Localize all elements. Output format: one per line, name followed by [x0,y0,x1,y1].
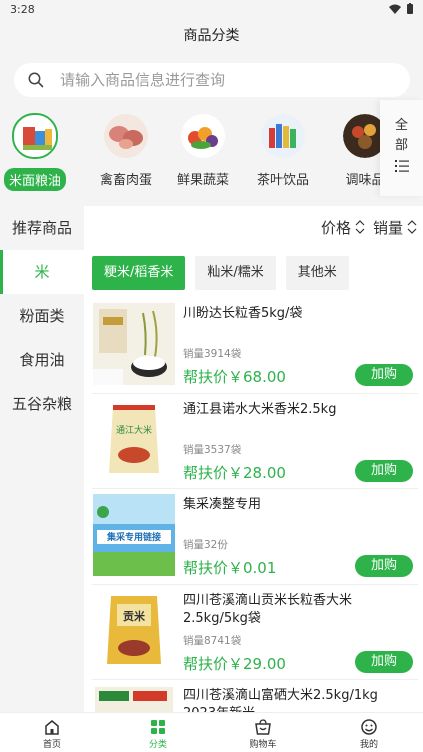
category-item-fruit-vegetable[interactable]: 鲜果蔬菜 [168,108,238,190]
thumb-text: 通江大米 [116,424,152,436]
tab-category[interactable]: 分类 [128,717,188,750]
wifi-icon [389,4,401,14]
product-image: 通江大米 [93,398,175,481]
search-input[interactable] [60,71,380,89]
tab-home[interactable]: 首页 [22,717,82,750]
category-label: 禽畜肉蛋 [99,173,152,188]
product-panel: 价格 销量 粳米/稻香米 籼米/糯米 其他米 川盼达长粒香5kg/袋 销量391… [84,206,423,712]
product-price: 帮扶价￥68.00 [183,368,286,386]
chip-other-rice[interactable]: 其他米 [285,256,349,290]
list-icon [394,160,409,172]
cart-icon [255,719,271,735]
category-item-tea-drink[interactable]: 茶叶饮品 [248,108,318,190]
product-price: 帮扶价￥0.01 [183,559,277,577]
tab-label: 分类 [148,740,167,750]
product-list: 川盼达长粒香5kg/袋 销量3914袋 帮扶价￥68.00 加购 通江大米 通江… [92,298,418,712]
status-bar: 3:28 [0,0,423,18]
product-name: 集采凑整专用 [183,497,262,512]
product-name: 四川苍溪滴山贡米长粒香大米2.5kg/5kg袋 [183,592,353,626]
sidebar-item-rice[interactable]: 米 [0,250,84,294]
subcategory-sidebar: 推荐商品 米 粉面类 食用油 五谷杂粮 [0,206,84,712]
add-to-cart-button[interactable]: 加购 [355,459,413,482]
sort-price-label: 价格 [320,218,351,237]
category-item-seasoning[interactable]: 调味品 [330,108,380,190]
product-name: 川盼达长粒香5kg/袋 [183,306,303,321]
seasoning-icon [343,114,380,158]
product-item[interactable]: 川盼达长粒香5kg/袋 销量3914袋 帮扶价￥68.00 加购 [92,298,418,394]
product-image: 贡米 [93,589,175,672]
thumb-text: 集采专用链接 [106,531,161,543]
sort-arrows-icon [407,220,417,234]
tab-profile[interactable]: 我的 [339,717,399,750]
sort-sales-label: 销量 [372,218,403,237]
tab-label: 我的 [359,740,378,750]
category-label: 茶叶饮品 [256,173,309,188]
product-sales: 销量32份 [183,539,228,551]
product-sales: 销量8741袋 [183,634,242,647]
sidebar-item-cooking-oil[interactable]: 食用油 [0,338,84,382]
product-item[interactable]: 通江大米 通江县诺水大米香米2.5kg 销量3537袋 帮扶价￥28.00 加购 [92,394,418,489]
all-label-line2: 部 [394,138,408,153]
home-icon [45,720,59,735]
search-icon [28,72,44,88]
tea-drink-icon [261,114,305,158]
sidebar-item-recommended[interactable]: 推荐商品 [0,206,84,250]
category-label: 米面粮油 [3,168,66,191]
status-icons [389,3,413,14]
category-strip: 米面粮油 禽畜肉蛋 鲜果蔬菜 茶叶饮品 调味品 [0,108,380,192]
product-name: 四川苍溪滴山富硒大米2.5kg/1kg 2023年新米 [183,688,378,712]
battery-icon [407,3,413,14]
all-label-line1: 全 [394,118,408,133]
category-label: 鲜果蔬菜 [176,173,229,188]
product-image [93,303,175,385]
subcategory-chips: 粳米/稻香米 籼米/糯米 其他米 [92,256,349,290]
add-to-cart-button[interactable]: 加购 [355,555,413,577]
chip-indica[interactable]: 籼米/糯米 [195,256,276,290]
sidebar-item-noodles[interactable]: 粉面类 [0,294,84,338]
product-image: 集采专用链接 [93,494,175,576]
add-to-cart-button[interactable]: 加购 [355,364,413,386]
sort-arrows-icon [355,220,365,234]
product-item[interactable]: 集采专用链接 集采凑整专用 销量32份 帮扶价￥0.01 加购 [92,489,418,585]
all-categories-button[interactable]: 全 部 [380,100,423,196]
status-time: 3:28 [10,3,35,16]
category-label: 调味品 [345,173,380,188]
product-image [93,685,175,712]
bottom-tab-bar: 首页 分类 购物车 我的 [0,712,423,752]
sort-by-sales[interactable]: 销量 [373,217,417,238]
profile-icon [361,719,377,735]
product-price: 帮扶价￥28.00 [183,463,286,482]
tab-label: 购物车 [249,740,277,750]
sort-by-price[interactable]: 价格 [321,217,365,238]
product-price: 帮扶价￥29.00 [183,654,286,673]
product-name: 通江县诺水大米香米2.5kg [183,401,337,417]
grain-oil-icon [12,113,58,159]
sort-bar: 价格 销量 [84,206,423,248]
chip-japonica[interactable]: 粳米/稻香米 [92,256,186,290]
search-bar[interactable] [14,63,410,97]
product-sales: 销量3914袋 [183,348,242,360]
category-item-meat[interactable]: 禽畜肉蛋 [91,108,161,190]
add-to-cart-button[interactable]: 加购 [355,650,413,673]
category-item-grain-oil[interactable]: 米面粮油 [0,108,70,191]
tab-cart[interactable]: 购物车 [233,717,293,750]
page-title: 商品分类 [183,28,240,44]
sidebar-item-grains[interactable]: 五谷杂粮 [0,382,84,426]
thumb-text: 贡米 [123,609,146,623]
product-item[interactable]: 四川苍溪滴山富硒大米2.5kg/1kg 2023年新米 [92,680,418,712]
tab-label: 首页 [42,740,61,750]
meat-icon [104,114,148,158]
fruit-vegetable-icon [181,114,225,158]
product-sales: 销量3537袋 [183,443,242,456]
category-icon [151,720,165,734]
product-item[interactable]: 贡米 四川苍溪滴山贡米长粒香大米2.5kg/5kg袋 销量8741袋 帮扶价￥2… [92,585,418,680]
